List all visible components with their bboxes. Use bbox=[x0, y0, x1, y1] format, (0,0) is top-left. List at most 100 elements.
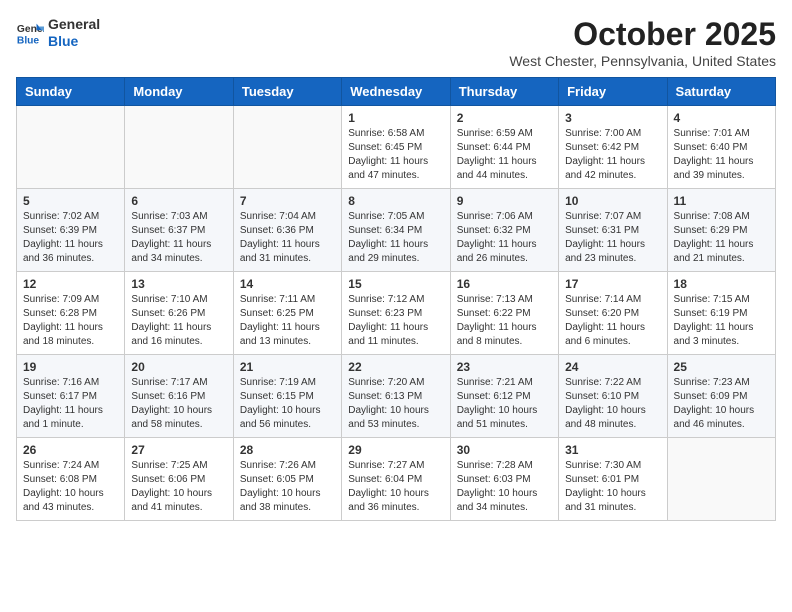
day-info: Sunrise: 7:22 AM Sunset: 6:10 PM Dayligh… bbox=[565, 376, 660, 432]
day-info: Sunrise: 7:06 AM Sunset: 6:32 PM Dayligh… bbox=[457, 210, 552, 266]
day-cell: 23 Sunrise: 7:21 AM Sunset: 6:12 PM Dayli… bbox=[450, 355, 558, 438]
header-saturday: Saturday bbox=[667, 78, 775, 106]
week-row-3: 12 Sunrise: 7:09 AM Sunset: 6:28 PM Dayli… bbox=[17, 272, 776, 355]
day-cell: 27 Sunrise: 7:25 AM Sunset: 6:06 PM Dayli… bbox=[125, 438, 233, 521]
day-cell: 24 Sunrise: 7:22 AM Sunset: 6:10 PM Dayli… bbox=[559, 355, 667, 438]
day-cell: 13 Sunrise: 7:10 AM Sunset: 6:26 PM Dayli… bbox=[125, 272, 233, 355]
week-row-4: 19 Sunrise: 7:16 AM Sunset: 6:17 PM Dayli… bbox=[17, 355, 776, 438]
logo: General Blue General Blue bbox=[16, 16, 100, 50]
day-number: 12 bbox=[23, 277, 118, 291]
day-number: 8 bbox=[348, 194, 443, 208]
day-cell: 2Sunrise: 6:59 AM Sunset: 6:44 PM Daylig… bbox=[450, 106, 558, 189]
header-friday: Friday bbox=[559, 78, 667, 106]
day-cell: 11 Sunrise: 7:08 AM Sunset: 6:29 PM Dayli… bbox=[667, 189, 775, 272]
day-info: Sunrise: 7:30 AM Sunset: 6:01 PM Dayligh… bbox=[565, 459, 660, 515]
svg-text:Blue: Blue bbox=[17, 35, 40, 46]
day-number: 20 bbox=[131, 360, 226, 374]
day-cell: 21 Sunrise: 7:19 AM Sunset: 6:15 PM Dayli… bbox=[233, 355, 341, 438]
day-info: Sunrise: 7:07 AM Sunset: 6:31 PM Dayligh… bbox=[565, 210, 660, 266]
day-cell: 9 Sunrise: 7:06 AM Sunset: 6:32 PM Daylig… bbox=[450, 189, 558, 272]
day-info: Sunrise: 7:08 AM Sunset: 6:29 PM Dayligh… bbox=[674, 210, 769, 266]
day-cell: 10Sunrise: 7:07 AM Sunset: 6:31 PM Dayli… bbox=[559, 189, 667, 272]
day-number: 4 bbox=[674, 111, 769, 125]
day-info: Sunrise: 7:02 AM Sunset: 6:39 PM Dayligh… bbox=[23, 210, 118, 266]
day-cell: 29Sunrise: 7:27 AM Sunset: 6:04 PM Dayli… bbox=[342, 438, 450, 521]
day-cell: 3 Sunrise: 7:00 AM Sunset: 6:42 PM Daylig… bbox=[559, 106, 667, 189]
day-number: 15 bbox=[348, 277, 443, 291]
day-cell: 26 Sunrise: 7:24 AM Sunset: 6:08 PM Dayli… bbox=[17, 438, 125, 521]
day-cell: 1 Sunrise: 6:58 AM Sunset: 6:45 PM Daylig… bbox=[342, 106, 450, 189]
day-info: Sunrise: 7:10 AM Sunset: 6:26 PM Dayligh… bbox=[131, 293, 226, 349]
day-info: Sunrise: 7:11 AM Sunset: 6:25 PM Dayligh… bbox=[240, 293, 335, 349]
calendar-table: SundayMondayTuesdayWednesdayThursdayFrid… bbox=[16, 77, 776, 521]
day-cell: 22 Sunrise: 7:20 AM Sunset: 6:13 PM Dayli… bbox=[342, 355, 450, 438]
logo-icon: General Blue bbox=[16, 19, 44, 47]
day-number: 6 bbox=[131, 194, 226, 208]
day-info: Sunrise: 7:28 AM Sunset: 6:03 PM Dayligh… bbox=[457, 459, 552, 515]
day-info: Sunrise: 7:04 AM Sunset: 6:36 PM Dayligh… bbox=[240, 210, 335, 266]
day-cell bbox=[125, 106, 233, 189]
calendar-title: October 2025 bbox=[509, 16, 776, 53]
day-cell: 12 Sunrise: 7:09 AM Sunset: 6:28 PM Dayli… bbox=[17, 272, 125, 355]
day-info: Sunrise: 7:16 AM Sunset: 6:17 PM Dayligh… bbox=[23, 376, 118, 432]
day-number: 28 bbox=[240, 443, 335, 457]
day-number: 25 bbox=[674, 360, 769, 374]
day-info: Sunrise: 7:25 AM Sunset: 6:06 PM Dayligh… bbox=[131, 459, 226, 515]
week-row-2: 5 Sunrise: 7:02 AM Sunset: 6:39 PM Daylig… bbox=[17, 189, 776, 272]
day-info: Sunrise: 7:00 AM Sunset: 6:42 PM Dayligh… bbox=[565, 127, 660, 183]
day-number: 21 bbox=[240, 360, 335, 374]
day-cell: 5 Sunrise: 7:02 AM Sunset: 6:39 PM Daylig… bbox=[17, 189, 125, 272]
day-info: Sunrise: 6:58 AM Sunset: 6:45 PM Dayligh… bbox=[348, 127, 443, 183]
header-sunday: Sunday bbox=[17, 78, 125, 106]
day-cell: 7 Sunrise: 7:04 AM Sunset: 6:36 PM Daylig… bbox=[233, 189, 341, 272]
day-number: 13 bbox=[131, 277, 226, 291]
title-area: October 2025 West Chester, Pennsylvania,… bbox=[509, 16, 776, 69]
day-cell bbox=[233, 106, 341, 189]
day-number: 3 bbox=[565, 111, 660, 125]
day-number: 7 bbox=[240, 194, 335, 208]
day-cell: 19 Sunrise: 7:16 AM Sunset: 6:17 PM Dayli… bbox=[17, 355, 125, 438]
day-number: 24 bbox=[565, 360, 660, 374]
day-number: 19 bbox=[23, 360, 118, 374]
calendar-header-row: SundayMondayTuesdayWednesdayThursdayFrid… bbox=[17, 78, 776, 106]
day-number: 27 bbox=[131, 443, 226, 457]
day-cell: 25 Sunrise: 7:23 AM Sunset: 6:09 PM Dayli… bbox=[667, 355, 775, 438]
day-info: Sunrise: 7:20 AM Sunset: 6:13 PM Dayligh… bbox=[348, 376, 443, 432]
day-number: 18 bbox=[674, 277, 769, 291]
header-thursday: Thursday bbox=[450, 78, 558, 106]
day-number: 9 bbox=[457, 194, 552, 208]
day-info: Sunrise: 7:12 AM Sunset: 6:23 PM Dayligh… bbox=[348, 293, 443, 349]
week-row-1: 1 Sunrise: 6:58 AM Sunset: 6:45 PM Daylig… bbox=[17, 106, 776, 189]
day-number: 5 bbox=[23, 194, 118, 208]
day-cell: 16Sunrise: 7:13 AM Sunset: 6:22 PM Dayli… bbox=[450, 272, 558, 355]
day-number: 26 bbox=[23, 443, 118, 457]
day-cell: 15 Sunrise: 7:12 AM Sunset: 6:23 PM Dayli… bbox=[342, 272, 450, 355]
day-cell: 14 Sunrise: 7:11 AM Sunset: 6:25 PM Dayli… bbox=[233, 272, 341, 355]
day-number: 23 bbox=[457, 360, 552, 374]
day-info: Sunrise: 7:23 AM Sunset: 6:09 PM Dayligh… bbox=[674, 376, 769, 432]
week-row-5: 26 Sunrise: 7:24 AM Sunset: 6:08 PM Dayli… bbox=[17, 438, 776, 521]
day-cell: 18Sunrise: 7:15 AM Sunset: 6:19 PM Dayli… bbox=[667, 272, 775, 355]
day-info: Sunrise: 7:05 AM Sunset: 6:34 PM Dayligh… bbox=[348, 210, 443, 266]
day-cell: 8 Sunrise: 7:05 AM Sunset: 6:34 PM Daylig… bbox=[342, 189, 450, 272]
calendar-subtitle: West Chester, Pennsylvania, United State… bbox=[509, 53, 776, 69]
day-number: 22 bbox=[348, 360, 443, 374]
day-number: 31 bbox=[565, 443, 660, 457]
day-cell: 31 Sunrise: 7:30 AM Sunset: 6:01 PM Dayli… bbox=[559, 438, 667, 521]
day-number: 1 bbox=[348, 111, 443, 125]
day-info: Sunrise: 7:09 AM Sunset: 6:28 PM Dayligh… bbox=[23, 293, 118, 349]
day-info: Sunrise: 7:27 AM Sunset: 6:04 PM Dayligh… bbox=[348, 459, 443, 515]
day-info: Sunrise: 7:21 AM Sunset: 6:12 PM Dayligh… bbox=[457, 376, 552, 432]
day-cell: 30Sunrise: 7:28 AM Sunset: 6:03 PM Dayli… bbox=[450, 438, 558, 521]
day-info: Sunrise: 7:26 AM Sunset: 6:05 PM Dayligh… bbox=[240, 459, 335, 515]
day-cell: 6Sunrise: 7:03 AM Sunset: 6:37 PM Daylig… bbox=[125, 189, 233, 272]
day-info: Sunrise: 7:24 AM Sunset: 6:08 PM Dayligh… bbox=[23, 459, 118, 515]
day-number: 11 bbox=[674, 194, 769, 208]
day-cell: 4Sunrise: 7:01 AM Sunset: 6:40 PM Daylig… bbox=[667, 106, 775, 189]
day-info: Sunrise: 7:14 AM Sunset: 6:20 PM Dayligh… bbox=[565, 293, 660, 349]
logo-line2: Blue bbox=[48, 33, 100, 50]
page-header: General Blue General Blue October 2025 W… bbox=[16, 16, 776, 69]
day-cell: 28 Sunrise: 7:26 AM Sunset: 6:05 PM Dayli… bbox=[233, 438, 341, 521]
day-info: Sunrise: 7:19 AM Sunset: 6:15 PM Dayligh… bbox=[240, 376, 335, 432]
day-number: 14 bbox=[240, 277, 335, 291]
